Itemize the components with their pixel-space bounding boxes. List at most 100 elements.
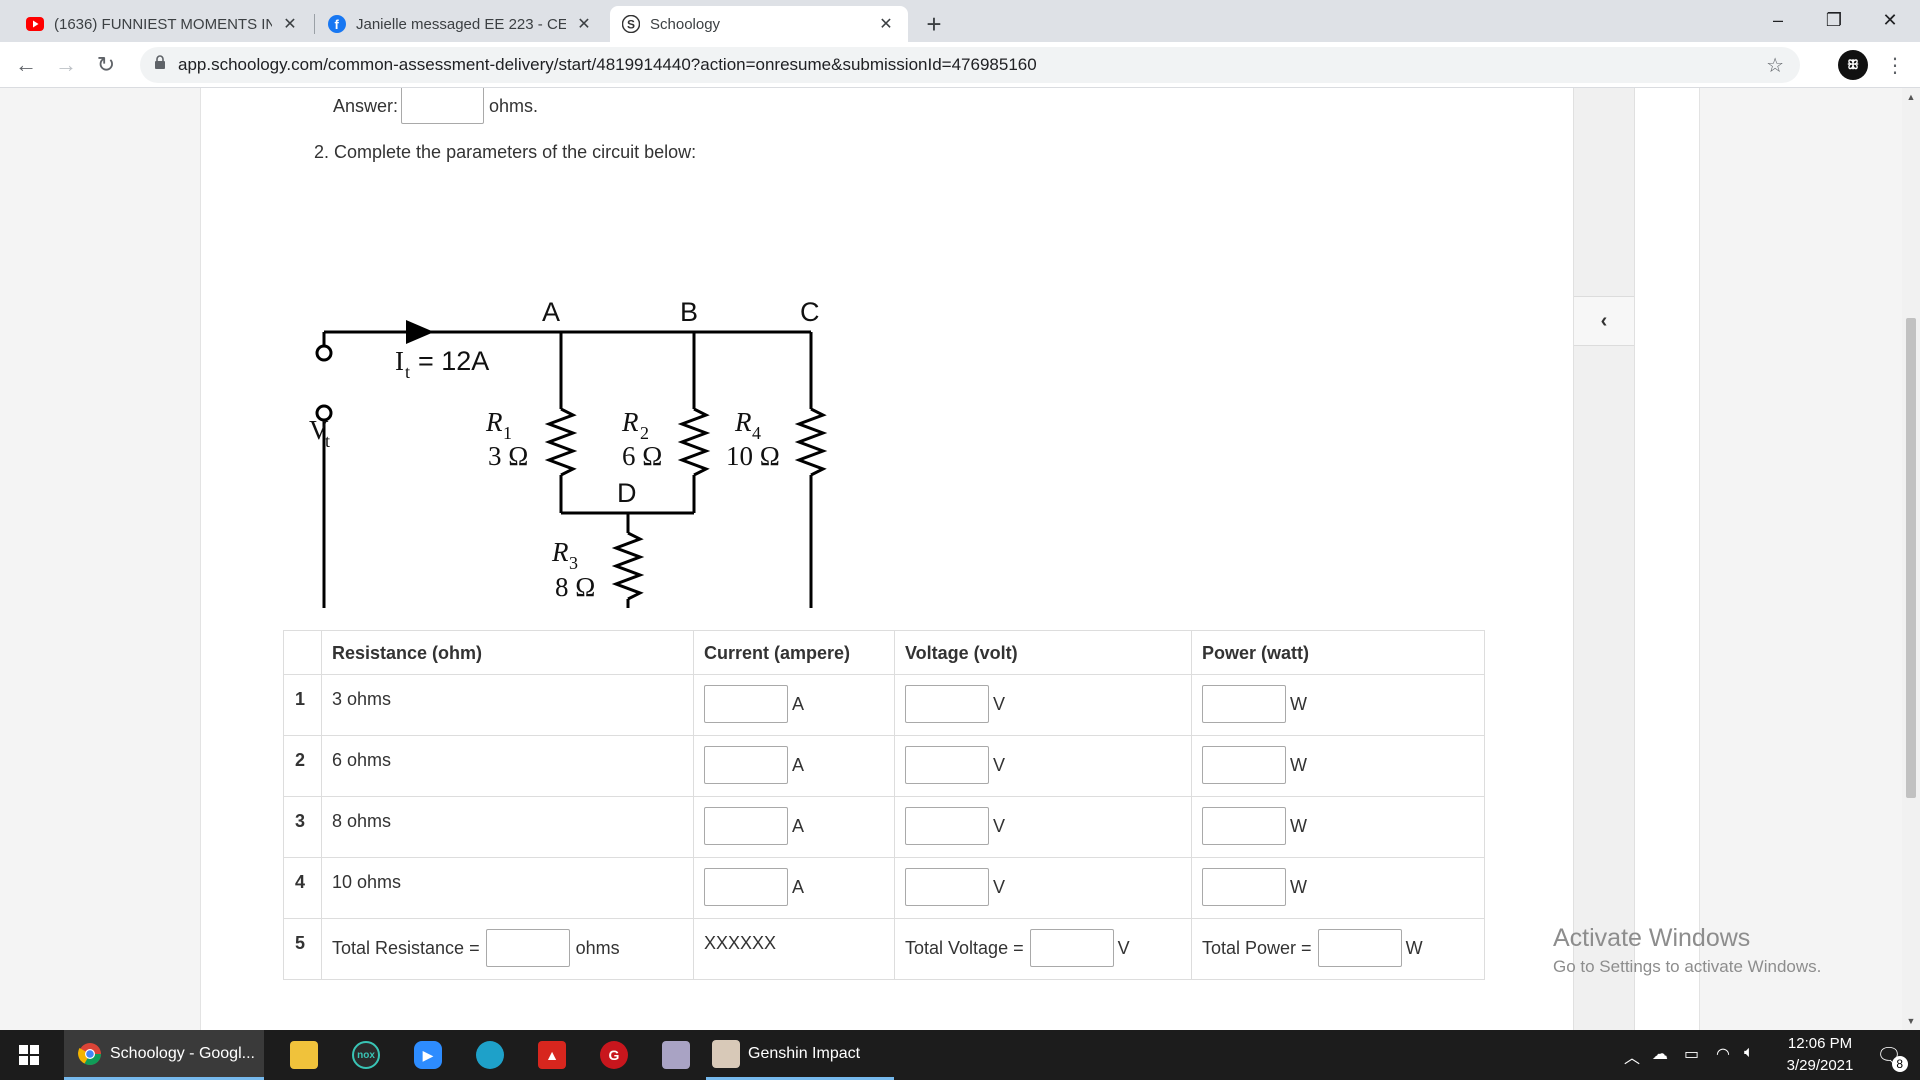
- page-viewport: Answer: ohms. 2. Complete the parameters…: [0, 88, 1920, 1030]
- row-number: 5: [283, 918, 322, 980]
- current-input[interactable]: [704, 807, 788, 845]
- wifi-icon[interactable]: ◠: [1716, 1044, 1730, 1064]
- total-resistance-input[interactable]: [485, 929, 570, 967]
- node-label-c: C: [800, 297, 820, 327]
- bookmark-star-icon[interactable]: ☆: [1766, 53, 1784, 78]
- tab-schoology[interactable]: S Schoology ✕: [610, 6, 908, 42]
- taskbar-chrome-label: Schoology - Googl...: [110, 1044, 255, 1062]
- r1-symbol: R: [485, 407, 503, 437]
- total-power-input[interactable]: [1317, 929, 1402, 967]
- current-value: = 12A: [418, 346, 489, 376]
- menu-icon[interactable]: ⋮: [1880, 50, 1910, 80]
- total-voltage-input[interactable]: [1029, 929, 1114, 967]
- total-power-label: Total Power =: [1202, 937, 1312, 958]
- ohms-unit: ohms: [575, 937, 620, 958]
- taskbar-chrome[interactable]: Schoology - Googl...: [64, 1030, 264, 1080]
- back-button[interactable]: ←: [10, 49, 42, 81]
- svg-text:S: S: [627, 18, 635, 32]
- profile-avatar[interactable]: ꕥ: [1838, 50, 1868, 80]
- current-input[interactable]: [704, 685, 788, 723]
- start-button[interactable]: [0, 1030, 58, 1080]
- zoom-icon: ▶: [414, 1041, 442, 1069]
- power-unit: W: [1290, 693, 1307, 714]
- activate-subtitle: Go to Settings to activate Windows.: [1553, 957, 1822, 976]
- scroll-thumb[interactable]: [1906, 318, 1916, 798]
- game-launcher-button[interactable]: [648, 1030, 704, 1080]
- voltage-input[interactable]: [905, 807, 989, 845]
- close-window-button[interactable]: ✕: [1862, 0, 1918, 40]
- new-tab-button[interactable]: +: [918, 8, 950, 40]
- tab-title: Schoology: [650, 15, 721, 33]
- address-bar[interactable]: app.schoology.com/common-assessment-deli…: [140, 47, 1800, 83]
- total-current-cell: XXXXXX: [693, 918, 895, 980]
- scroll-down-icon[interactable]: ▼: [1906, 1016, 1916, 1026]
- edge-button[interactable]: [462, 1030, 518, 1080]
- voltage-cell: V: [894, 796, 1192, 858]
- table-row: 4 10 ohms A V W: [283, 857, 1485, 919]
- power-input[interactable]: [1202, 685, 1286, 723]
- system-clock[interactable]: 12:06 PM 3/29/2021: [1770, 1033, 1870, 1077]
- reload-button[interactable]: ↻: [90, 49, 122, 81]
- power-input[interactable]: [1202, 807, 1286, 845]
- voltage-unit: V: [1117, 937, 1130, 958]
- current-unit: A: [792, 876, 805, 897]
- volume-icon[interactable]: 🔈︎: [1744, 1044, 1754, 1062]
- page-scrollbar[interactable]: ▲ ▼: [1902, 88, 1920, 1030]
- battery-icon[interactable]: ▭: [1684, 1044, 1699, 1064]
- r3-subscript: 3: [569, 553, 578, 573]
- acrobat-button[interactable]: ▲: [524, 1030, 580, 1080]
- voltage-input[interactable]: [905, 868, 989, 906]
- tab-facebook[interactable]: f Janielle messaged EE 223 - CE 2C ✕: [316, 6, 606, 42]
- expand-panel-button[interactable]: ‹: [1574, 296, 1634, 346]
- r3-value: 8 Ω: [555, 572, 595, 602]
- current-input[interactable]: [704, 868, 788, 906]
- close-icon[interactable]: ✕: [280, 14, 300, 34]
- file-explorer-button[interactable]: [276, 1030, 332, 1080]
- resistance-cell: 10 ohms: [321, 857, 694, 919]
- total-voltage-label: Total Voltage =: [905, 937, 1024, 958]
- action-center-button[interactable]: 🗨︎ 8: [1864, 1030, 1914, 1080]
- clock-date: 3/29/2021: [1786, 1057, 1854, 1074]
- total-resistance-label: Total Resistance =: [332, 937, 480, 958]
- restore-button[interactable]: ❐: [1806, 0, 1862, 40]
- source-subscript: t: [325, 431, 330, 451]
- power-input[interactable]: [1202, 746, 1286, 784]
- table-row: 1 3 ohms A V W: [283, 674, 1485, 736]
- current-unit: A: [792, 815, 805, 836]
- windows-taskbar: Schoology - Googl... nox ▶ ▲ G Genshin I…: [0, 1030, 1920, 1080]
- tab-youtube[interactable]: (1636) FUNNIEST MOMENTS IN V ✕: [14, 6, 312, 42]
- taskbar-genshin[interactable]: Genshin Impact: [706, 1030, 894, 1080]
- nox-button[interactable]: nox: [338, 1030, 394, 1080]
- clock-time: 12:06 PM: [1787, 1035, 1853, 1052]
- node-label-a: A: [542, 297, 560, 327]
- current-cell: A: [693, 735, 895, 797]
- current-cell: A: [693, 674, 895, 736]
- close-icon[interactable]: ✕: [876, 14, 896, 34]
- tray-chevron-icon[interactable]: ︿: [1624, 1044, 1640, 1068]
- table-row: 2 6 ohms A V W: [283, 735, 1485, 797]
- r4-subscript: 4: [752, 423, 761, 443]
- parameters-table: Resistance (ohm) Current (ampere) Voltag…: [283, 630, 1485, 980]
- onedrive-icon[interactable]: ☁: [1652, 1044, 1668, 1064]
- header-power: Power (watt): [1191, 630, 1485, 675]
- r3-symbol: R: [551, 537, 569, 567]
- r4-symbol: R: [734, 407, 752, 437]
- scroll-up-icon[interactable]: ▲: [1906, 92, 1916, 102]
- voltage-input[interactable]: [905, 746, 989, 784]
- minimize-button[interactable]: –: [1750, 0, 1806, 40]
- activate-windows-watermark: Activate Windows Go to Settings to activ…: [1553, 924, 1821, 977]
- tab-title: Janielle messaged EE 223 - CE 2C: [356, 15, 566, 33]
- close-icon[interactable]: ✕: [574, 14, 594, 34]
- voltage-input[interactable]: [905, 685, 989, 723]
- zoom-button[interactable]: ▶: [400, 1030, 456, 1080]
- garena-button[interactable]: G: [586, 1030, 642, 1080]
- voltage-unit: V: [993, 693, 1006, 714]
- voltage-cell: V: [894, 674, 1192, 736]
- forward-button[interactable]: →: [50, 49, 82, 81]
- chrome-icon: [78, 1042, 102, 1066]
- current-input[interactable]: [704, 746, 788, 784]
- current-cell: A: [693, 857, 895, 919]
- power-input[interactable]: [1202, 868, 1286, 906]
- answer-input[interactable]: [401, 88, 484, 124]
- nox-icon: nox: [352, 1041, 380, 1069]
